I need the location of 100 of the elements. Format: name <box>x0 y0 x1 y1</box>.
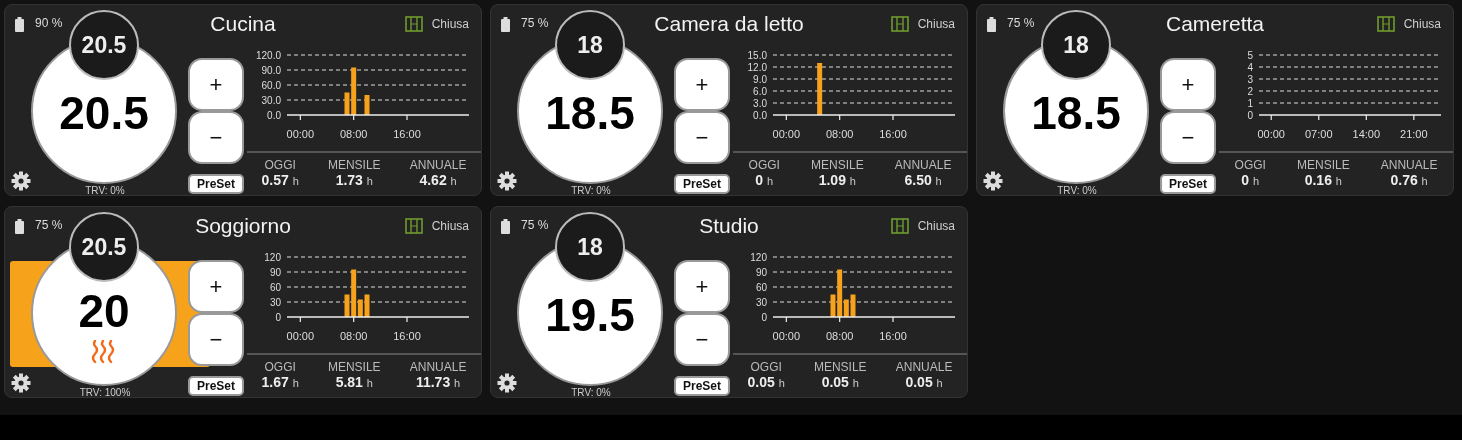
battery-level: 75 % <box>35 218 63 232</box>
battery-level: 75 % <box>521 16 549 30</box>
decrease-button[interactable]: − <box>674 313 730 366</box>
stat-label: ANNUALE <box>409 360 467 374</box>
axis-label: 00:00 <box>772 128 801 140</box>
window-status: Chiusa <box>1403 17 1441 31</box>
axis-label: 4 <box>1247 62 1253 73</box>
battery-icon <box>15 219 24 234</box>
decrease-button[interactable]: − <box>1160 111 1216 164</box>
axis-label: 9.0 <box>753 74 767 85</box>
axis-label: 00:00 <box>286 128 315 140</box>
increase-button[interactable]: + <box>188 58 244 111</box>
axis-label: 90.0 <box>261 65 281 76</box>
battery-icon <box>501 219 510 234</box>
battery-level: 90 % <box>35 16 63 30</box>
target-temperature: 20.5 <box>69 212 139 282</box>
increase-button[interactable]: + <box>674 260 730 313</box>
axis-label: 5 <box>1247 50 1253 61</box>
axis-label: 60 <box>755 282 767 293</box>
settings-icon[interactable] <box>983 171 1003 191</box>
stat-value: 0 h <box>755 172 774 188</box>
axis-label: 90 <box>269 267 281 278</box>
decrease-button[interactable]: − <box>188 111 244 164</box>
axis-label: 08:00 <box>825 330 854 342</box>
stat-value: 11.73 h <box>415 374 461 390</box>
axis-label: 0.0 <box>267 110 281 121</box>
decrease-button[interactable]: − <box>188 313 244 366</box>
current-temperature: 20.5 <box>59 86 149 140</box>
battery-level: 75 % <box>521 218 549 232</box>
window-icon <box>890 16 909 32</box>
axis-label: 3.0 <box>753 98 767 109</box>
window-icon <box>1376 16 1395 32</box>
axis-label: 08:00 <box>339 330 368 342</box>
stat-value: 0.05 h <box>747 374 785 390</box>
stat-label: OGGI <box>750 360 782 374</box>
current-temperature: 19.5 <box>545 288 635 342</box>
preset-button[interactable]: PreSet <box>188 376 244 396</box>
axis-label: 16:00 <box>879 128 907 140</box>
stat-label: OGGI <box>264 158 296 172</box>
window-status: Chiusa <box>431 219 469 233</box>
target-temperature: 18 <box>555 10 625 80</box>
stat-label: ANNUALE <box>894 158 952 172</box>
axis-label: 14:00 <box>1352 128 1381 140</box>
target-temperature: 20.5 <box>69 10 139 80</box>
axis-label: 120 <box>750 252 767 263</box>
axis-label: 08:00 <box>825 128 854 140</box>
axis-label: 60 <box>269 282 281 293</box>
preset-button[interactable]: PreSet <box>1160 174 1216 194</box>
valve-opening: TRV: 0% <box>84 185 126 195</box>
room-name: Cucina <box>210 12 276 36</box>
preset-button[interactable]: PreSet <box>188 174 244 194</box>
increase-button[interactable]: + <box>674 58 730 111</box>
stat-label: MENSILE <box>327 158 381 172</box>
increase-button[interactable]: + <box>1160 58 1216 111</box>
battery-level: 75 % <box>1007 16 1035 30</box>
stat-value: 0.05 h <box>905 374 943 390</box>
target-temperature: 18 <box>555 212 625 282</box>
valve-opening: TRV: 0% <box>1056 185 1098 195</box>
axis-label: 120 <box>264 252 281 263</box>
window-status: Chiusa <box>917 219 955 233</box>
stat-value: 6.50 h <box>904 172 942 188</box>
axis-label: 16:00 <box>879 330 907 342</box>
axis-label: 15.0 <box>747 50 767 61</box>
stat-value: 0.05 h <box>821 374 859 390</box>
window-icon <box>404 16 423 32</box>
stat-value: 0 h <box>1241 172 1260 188</box>
settings-icon[interactable] <box>11 171 31 191</box>
preset-button[interactable]: PreSet <box>674 174 730 194</box>
stat-label: MENSILE <box>813 360 867 374</box>
battery-icon <box>987 17 996 32</box>
axis-label: 2 <box>1247 86 1253 97</box>
stat-label: MENSILE <box>327 360 381 374</box>
increase-button[interactable]: + <box>188 260 244 313</box>
axis-label: 3 <box>1247 74 1253 85</box>
stat-value: 5.81 h <box>335 374 373 390</box>
axis-label: 120.0 <box>255 50 281 61</box>
decrease-button[interactable]: − <box>674 111 730 164</box>
stat-value: 1.67 h <box>261 374 299 390</box>
stat-label: ANNUALE <box>895 360 953 374</box>
stat-label: OGGI <box>1234 158 1266 172</box>
window-icon <box>404 218 423 234</box>
axis-label: 6.0 <box>753 86 767 97</box>
settings-icon[interactable] <box>497 373 517 393</box>
settings-icon[interactable] <box>11 373 31 393</box>
axis-label: 90 <box>755 267 767 278</box>
axis-label: 30.0 <box>261 95 281 106</box>
chart-bar <box>817 63 823 115</box>
current-temperature: 20 <box>78 284 130 338</box>
stat-value: 0.76 h <box>1390 172 1428 188</box>
stat-label: MENSILE <box>1297 158 1350 172</box>
stat-label: MENSILE <box>811 158 864 172</box>
chart-bar <box>364 95 370 115</box>
stat-label: ANNUALE <box>1380 158 1438 172</box>
preset-button[interactable]: PreSet <box>674 376 730 396</box>
settings-icon[interactable] <box>497 171 517 191</box>
current-temperature: 18.5 <box>1031 86 1121 140</box>
axis-label: 00:00 <box>286 330 315 342</box>
axis-label: 0 <box>761 312 767 323</box>
axis-label: 00:00 <box>1257 128 1285 140</box>
stat-label: OGGI <box>264 360 296 374</box>
